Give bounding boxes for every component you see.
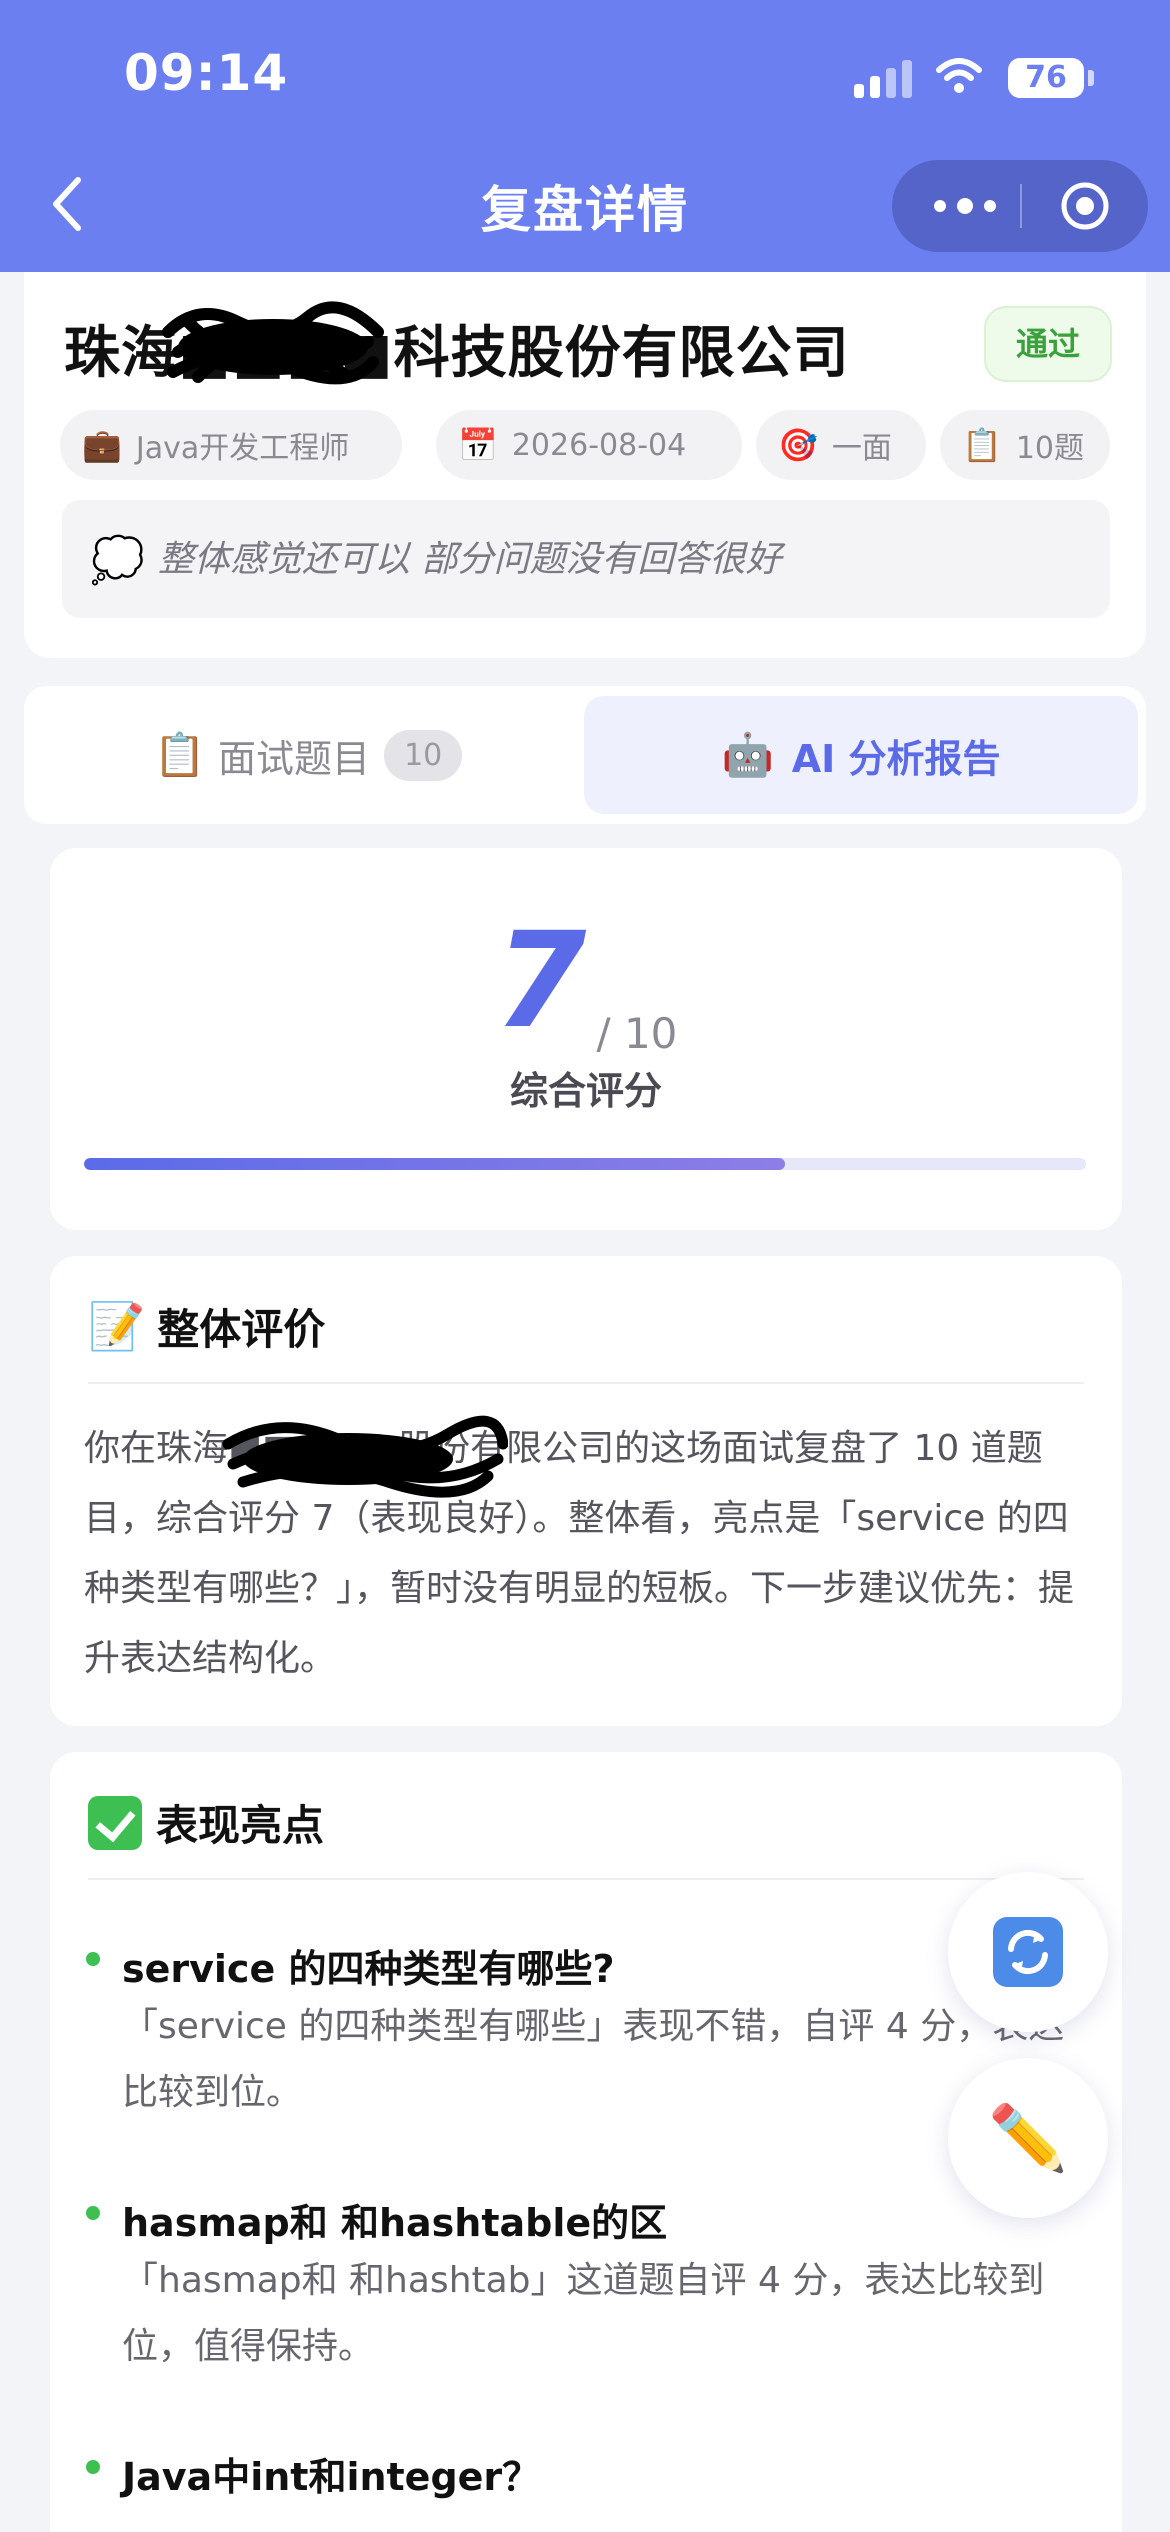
score-max: / 10 xyxy=(596,1009,678,1058)
calendar-icon: 📅 xyxy=(458,426,498,464)
status-badge: 通过 xyxy=(984,306,1112,382)
score-progress-fill xyxy=(84,1158,786,1170)
redaction-scribble xyxy=(162,301,384,385)
score-row: 7/ 10 xyxy=(50,904,1122,1058)
close-target-icon[interactable] xyxy=(1040,180,1130,232)
company-card: 珠海■■■■科技股份有限公司 通过 💼 Java开发工程师 📅 2026-08-… xyxy=(24,272,1146,658)
score-card: 7/ 10 综合评分 xyxy=(50,848,1122,1230)
tab-label: 面试题目 xyxy=(218,736,371,781)
bullet-dot xyxy=(86,1952,100,1966)
score-progress-bar xyxy=(84,1158,1086,1170)
note-text: 整体感觉还可以 部分问题没有回答很好 xyxy=(158,539,782,580)
tag-question-count: 📋 10题 xyxy=(940,410,1110,480)
bullet-dot xyxy=(86,2460,100,2474)
status-time: 09:14 xyxy=(124,44,289,102)
highlight-title: hasmap和 和hashtable的区 xyxy=(122,2201,668,2245)
highlights-title: 表现亮点 xyxy=(88,1792,324,1853)
bullet-dot xyxy=(86,2206,100,2220)
highlight-title: service 的四种类型有哪些? xyxy=(122,1947,615,1991)
tag-label: 10题 xyxy=(1015,431,1085,466)
tag-label: Java开发工程师 xyxy=(135,431,350,466)
tab-questions[interactable]: 📋 面试题目 10 xyxy=(32,696,584,814)
evaluation-title: 📝 整体评价 xyxy=(88,1296,325,1357)
tag-label: 一面 xyxy=(831,431,892,466)
signal-icon xyxy=(854,60,912,98)
score-value: 7 xyxy=(494,904,587,1058)
tag-round: 🎯 一面 xyxy=(756,410,926,480)
clipboard-icon: 📋 xyxy=(153,730,207,779)
pencil-icon: ✏️ xyxy=(988,2101,1068,2176)
status-bar: 09:14 76 xyxy=(0,0,1170,150)
tag-position: 💼 Java开发工程师 xyxy=(60,410,402,480)
highlights-title-label: 表现亮点 xyxy=(156,1801,325,1850)
check-icon xyxy=(88,1795,142,1850)
highlight-desc: 「hasmap和 和hashtab」这道题自评 4 分，表达比较到位，值得保持。 xyxy=(122,2260,1045,2367)
capsule-divider xyxy=(1020,184,1022,228)
robot-icon: 🤖 xyxy=(721,730,774,779)
refresh-button[interactable] xyxy=(948,1872,1108,2032)
evaluation-title-label: 整体评价 xyxy=(157,1305,326,1354)
clipboard-icon: 📋 xyxy=(962,426,1002,464)
tag-date: 📅 2026-08-04 xyxy=(436,410,742,480)
tab-label: AI 分析报告 xyxy=(791,736,1001,781)
divider xyxy=(88,1382,1084,1384)
battery-level: 76 xyxy=(1025,60,1067,95)
note-box: 💭 整体感觉还可以 部分问题没有回答很好 xyxy=(62,500,1110,618)
mini-program-capsule xyxy=(892,160,1148,252)
score-label: 综合评分 xyxy=(509,1069,662,1113)
tab-bar: 📋 面试题目 10 🤖 AI 分析报告 xyxy=(24,686,1146,824)
battery-icon: 76 xyxy=(1008,58,1084,98)
divider xyxy=(88,1878,1084,1880)
thought-bubble-icon: 💭 xyxy=(90,535,145,586)
briefcase-icon: 💼 xyxy=(82,426,122,464)
highlight-title: Java中int和integer？ xyxy=(122,2455,541,2499)
battery-tip xyxy=(1088,70,1094,86)
wifi-icon xyxy=(936,58,982,93)
refresh-icon xyxy=(993,1917,1063,1987)
highlight-desc: 「service 的四种类型有哪些」表现不错，自评 4 分，表达比较到位。 xyxy=(122,2006,1065,2113)
target-icon: 🎯 xyxy=(778,426,818,464)
memo-icon: 📝 xyxy=(88,1299,146,1353)
redaction-scribble xyxy=(222,1415,508,1498)
tag-label: 2026-08-04 xyxy=(511,427,687,463)
more-icon[interactable] xyxy=(926,182,1004,230)
count-badge: 10 xyxy=(384,729,463,781)
evaluation-card: 📝 整体评价 你在珠海■■■■■股份有限公司的这场面试复盘了 10 道题目，综合… xyxy=(50,1256,1122,1726)
tab-ai-report[interactable]: 🤖 AI 分析报告 xyxy=(584,696,1138,814)
header-bar: 09:14 76 复盘详情 xyxy=(0,0,1170,272)
edit-button[interactable]: ✏️ xyxy=(948,2058,1108,2218)
